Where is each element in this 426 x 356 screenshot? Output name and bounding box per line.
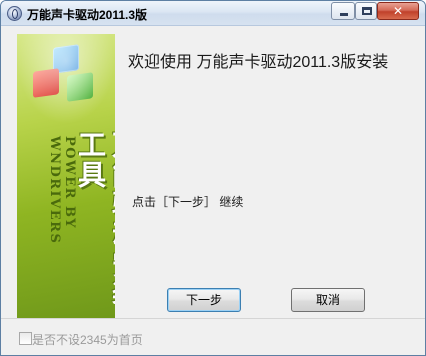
welcome-heading: 欢迎使用 万能声卡驱动2011.3版安装 xyxy=(128,54,389,71)
cancel-button[interactable]: 取消 xyxy=(291,288,365,312)
installer-window: 万能声卡驱动2011.3版 ✕ 万能驱动安装工具 POWER BY WNDRIV… xyxy=(0,0,426,356)
maximize-button[interactable] xyxy=(355,2,377,20)
close-icon: ✕ xyxy=(392,4,404,18)
homepage-checkbox-label[interactable]: 是否不设2345为首页 xyxy=(32,331,143,348)
minimize-icon xyxy=(340,13,348,16)
window-title: 万能声卡驱动2011.3版 xyxy=(27,8,148,22)
side-banner: 万能驱动安装工具 POWER BY WNDRIVERS xyxy=(17,34,115,320)
wizard-content: 万能驱动安装工具 POWER BY WNDRIVERS 欢迎使用 万能声卡驱动2… xyxy=(1,26,425,320)
close-button[interactable]: ✕ xyxy=(377,2,419,20)
next-button[interactable]: 下一步 xyxy=(167,288,241,312)
title-bar[interactable]: 万能声卡驱动2011.3版 ✕ xyxy=(1,1,425,26)
minimize-button[interactable] xyxy=(331,2,355,20)
continue-hint: 点击［下一步］ 继续 xyxy=(132,195,244,209)
banner-subtitle: POWER BY WNDRIVERS xyxy=(47,136,77,245)
maximize-icon xyxy=(362,7,372,15)
banner-title: 万能驱动安装工具 xyxy=(74,130,115,310)
app-icon xyxy=(7,6,22,21)
footer-bar: 是否不设2345为首页 xyxy=(1,318,425,355)
homepage-checkbox[interactable] xyxy=(19,332,32,345)
banner-glow xyxy=(17,34,115,124)
